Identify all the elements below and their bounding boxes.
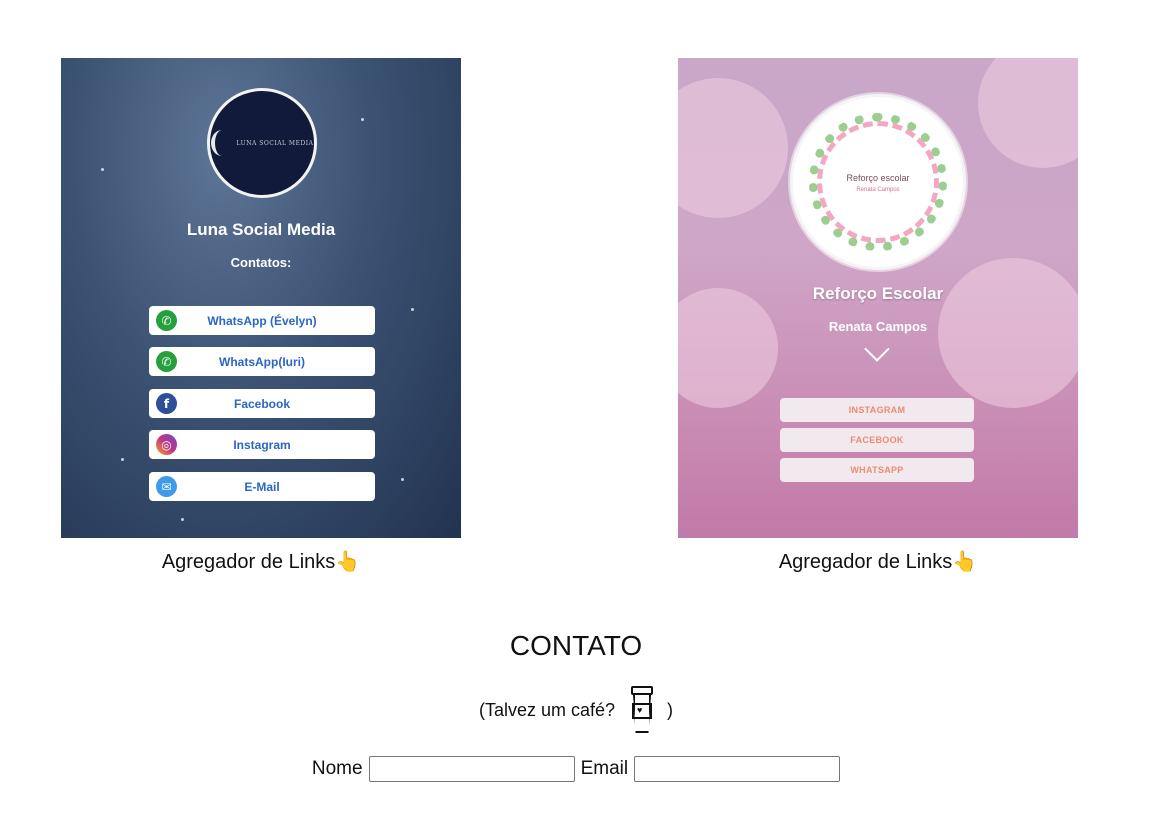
star-decoration [401,478,404,481]
card-subtitle: Contatos: [230,255,292,270]
moon-icon [210,130,233,156]
card-title: Luna Social Media [186,220,336,239]
name-label: Nome [311,758,363,779]
coffee-suffix: ) [667,699,674,720]
email-label: Email [580,758,629,779]
star-decoration [101,168,104,171]
link-button-email[interactable]: ✉ E-Mail [149,472,375,501]
email-icon: ✉ [156,476,177,497]
card-title: Reforço Escolar [812,284,944,303]
whatsapp-icon: ✆ [156,310,177,331]
link-label: WhatsApp(Iuri) [219,354,305,369]
logo-subtitle: Renata Campos [856,187,900,193]
card-subtitle: Renata Campos [828,319,928,334]
link-button-whatsapp-evelyn[interactable]: ✆ WhatsApp (Évelyn) [149,306,375,335]
blossom-decoration [678,288,778,408]
facebook-icon: f [156,393,177,414]
email-input[interactable] [634,756,841,782]
logo-text: LUNA SOCIAL MEDIA [236,139,314,147]
coffee-prefix: (Talvez um café? [478,699,616,720]
facebook-button[interactable]: FACEBOOK [780,428,974,452]
caption-agregador-reforco[interactable]: Agregador de Links👆 [678,549,1078,574]
logo-title: Reforço escolar [846,173,910,183]
link-label: E-Mail [244,479,280,494]
link-label: WhatsApp (Évelyn) [207,313,317,328]
whatsapp-button[interactable]: WHATSAPP [780,458,974,482]
coffee-cup-icon: ♥ [631,686,654,734]
luna-logo: LUNA SOCIAL MEDIA [207,88,317,198]
blossom-decoration [978,58,1078,168]
contact-heading: CONTATO [509,630,643,661]
coffee-line: (Talvez um café? ♥ ) [0,686,1152,734]
reforco-logo: Reforço escolar Renata Campos [790,94,966,270]
star-decoration [121,458,124,461]
name-input[interactable] [368,756,575,782]
contact-form: Nome Email [0,756,1152,782]
link-button-facebook[interactable]: f Facebook [149,389,375,418]
link-button-whatsapp-iuri[interactable]: ✆ WhatsApp(Iuri) [149,347,375,376]
whatsapp-icon: ✆ [156,351,177,372]
chevron-down-icon[interactable] [864,336,890,362]
star-decoration [361,118,364,121]
link-label: Instagram [233,437,291,452]
blossom-decoration [678,78,788,218]
star-decoration [411,308,414,311]
reforco-escolar-preview[interactable]: Reforço escolar Renata Campos Reforço Es… [678,58,1078,538]
link-button-instagram[interactable]: ◎ Instagram [149,430,375,459]
luna-social-media-preview[interactable]: LUNA SOCIAL MEDIA Luna Social Media Cont… [61,58,461,538]
instagram-button[interactable]: INSTAGRAM [780,398,974,422]
link-label: Facebook [233,396,290,411]
caption-agregador-luna[interactable]: Agregador de Links👆 [61,549,461,574]
star-decoration [181,518,184,521]
instagram-icon: ◎ [156,434,177,455]
